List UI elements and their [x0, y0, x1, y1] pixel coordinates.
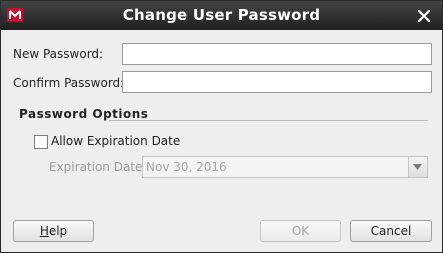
new-password-field[interactable]	[122, 43, 432, 65]
cancel-button[interactable]: Cancel	[350, 220, 432, 242]
confirm-password-field[interactable]	[122, 71, 432, 93]
help-label-rest: elp	[48, 224, 68, 238]
chevron-down-icon	[413, 164, 422, 170]
close-icon[interactable]	[416, 8, 432, 24]
ok-button[interactable]: OK	[260, 220, 341, 242]
title-bar: Change User Password	[1, 1, 442, 30]
confirm-password-label: Confirm Password:	[13, 76, 125, 90]
expiration-date-combo[interactable]: Nov 30, 2016	[142, 156, 428, 178]
help-button[interactable]: Help	[13, 220, 94, 242]
expiration-date-value: Nov 30, 2016	[146, 160, 227, 174]
allow-expiration-label[interactable]: Allow Expiration Date	[51, 134, 180, 148]
password-options-heading: Password Options	[19, 107, 149, 121]
change-password-dialog: Change User Password New Password: Confi…	[0, 0, 443, 253]
window-title: Change User Password	[122, 6, 321, 24]
allow-expiration-checkbox[interactable]	[34, 135, 48, 149]
help-mnemonic: H	[39, 224, 49, 238]
section-divider	[109, 120, 428, 121]
new-password-label: New Password:	[13, 47, 104, 61]
dropdown-button[interactable]	[408, 157, 427, 177]
expiration-date-label: Expiration Date:	[49, 160, 147, 174]
